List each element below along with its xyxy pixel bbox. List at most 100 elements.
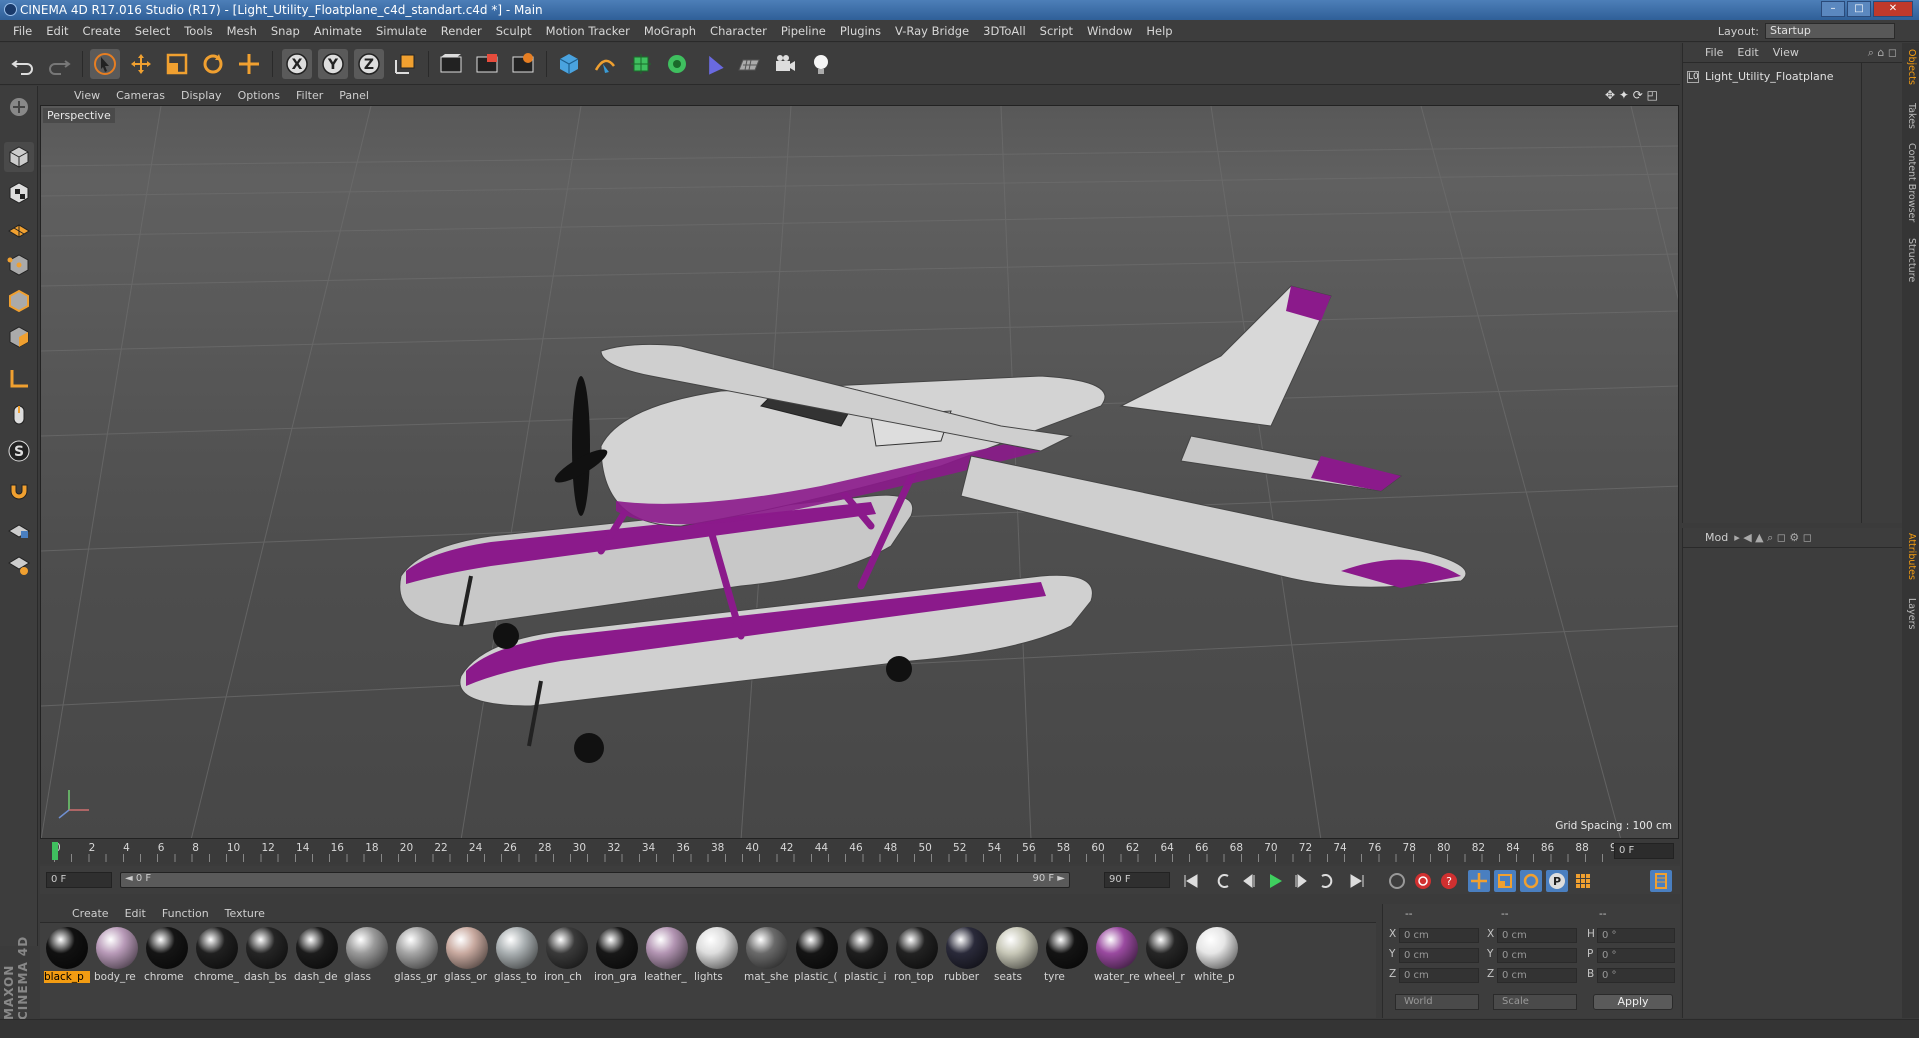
z-axis-lock-icon[interactable]: Z bbox=[354, 49, 384, 79]
menu-tools[interactable]: Tools bbox=[177, 24, 219, 38]
rotation-h-field[interactable]: 0 ° bbox=[1597, 928, 1675, 943]
cube-object-icon[interactable] bbox=[554, 49, 584, 79]
tab-takes[interactable]: Takes bbox=[1904, 103, 1917, 129]
coordinate-space-dropdown[interactable]: World bbox=[1395, 994, 1479, 1010]
current-frame-field[interactable]: 0 F bbox=[1614, 843, 1674, 859]
attributes-nav-icons[interactable]: ▸ ◀ ▲ ⌕ ◻ ⚙ ◻ bbox=[1734, 531, 1812, 545]
timeline-ruler[interactable]: 0246810121416182022242628303234363840424… bbox=[40, 840, 1680, 864]
size-z-field[interactable]: 0 cm bbox=[1497, 968, 1577, 983]
polygons-mode-icon[interactable] bbox=[4, 322, 34, 352]
material-swatch[interactable]: chrome_ bbox=[194, 927, 240, 987]
render-picture-viewer-icon[interactable] bbox=[472, 49, 502, 79]
maximize-button[interactable]: □ bbox=[1847, 1, 1871, 17]
material-swatch[interactable]: rubber bbox=[944, 927, 990, 987]
preview-range-slider[interactable]: ◄ 0 F 90 F ► bbox=[120, 872, 1070, 888]
key-scale-icon[interactable] bbox=[1494, 870, 1516, 892]
autokeying-icon[interactable] bbox=[1412, 870, 1434, 892]
render-settings-icon[interactable] bbox=[508, 49, 538, 79]
solo-mode-icon[interactable]: S bbox=[4, 436, 34, 466]
size-y-field[interactable]: 0 cm bbox=[1497, 948, 1577, 963]
material-swatch[interactable]: dash_de bbox=[294, 927, 340, 987]
object-name[interactable]: Light_Utility_Floatplane bbox=[1705, 70, 1834, 83]
material-swatch[interactable]: mat_she bbox=[744, 927, 790, 987]
menu-help[interactable]: Help bbox=[1139, 24, 1179, 38]
record-keys-icon[interactable] bbox=[1386, 870, 1408, 892]
material-swatch[interactable]: seats bbox=[994, 927, 1040, 987]
goto-start-icon[interactable] bbox=[1180, 870, 1202, 892]
apply-button[interactable]: Apply bbox=[1593, 994, 1673, 1010]
key-parameter-icon[interactable]: P bbox=[1546, 870, 1568, 892]
menu-animate[interactable]: Animate bbox=[307, 24, 369, 38]
viewport-menu-cameras[interactable]: Cameras bbox=[108, 89, 173, 102]
menu-vray-bridge[interactable]: V-Ray Bridge bbox=[888, 24, 976, 38]
key-rotation-icon[interactable] bbox=[1520, 870, 1542, 892]
texture-mode-icon[interactable] bbox=[4, 178, 34, 208]
menu-character[interactable]: Character bbox=[703, 24, 774, 38]
menu-render[interactable]: Render bbox=[434, 24, 489, 38]
material-swatch[interactable]: iron_gra bbox=[594, 927, 640, 987]
objects-menu-file[interactable]: File bbox=[1705, 46, 1723, 59]
points-mode-icon[interactable] bbox=[4, 250, 34, 280]
tweak-mode-icon[interactable] bbox=[4, 400, 34, 430]
viewport-nav-icons[interactable]: ✥ ✦ ⟳ ◰ bbox=[1605, 88, 1658, 102]
tab-attributes[interactable]: Attributes bbox=[1904, 533, 1917, 580]
timeline-scheme-icon[interactable] bbox=[1650, 870, 1672, 892]
end-frame-field[interactable]: 90 F bbox=[1104, 872, 1170, 888]
material-swatch[interactable]: water_re bbox=[1094, 927, 1140, 987]
material-swatch[interactable]: body_re bbox=[94, 927, 140, 987]
render-view-icon[interactable] bbox=[436, 49, 466, 79]
menu-select[interactable]: Select bbox=[128, 24, 177, 38]
3d-viewport[interactable]: Perspective Grid Spacing : 100 cm bbox=[40, 105, 1679, 839]
workplane-lock-icon[interactable] bbox=[4, 514, 34, 544]
subdivision-surface-icon[interactable] bbox=[626, 49, 656, 79]
rotation-b-field[interactable]: 0 ° bbox=[1597, 968, 1675, 983]
menu-simulate[interactable]: Simulate bbox=[369, 24, 434, 38]
next-key-icon[interactable] bbox=[1316, 870, 1338, 892]
material-swatch[interactable]: glass_to bbox=[494, 927, 540, 987]
material-swatch[interactable]: dash_bs bbox=[244, 927, 290, 987]
menu-snap[interactable]: Snap bbox=[264, 24, 307, 38]
size-x-field[interactable]: 0 cm bbox=[1497, 928, 1577, 943]
material-swatch[interactable]: white_p bbox=[1194, 927, 1240, 987]
deformer-icon[interactable] bbox=[698, 49, 728, 79]
menu-create[interactable]: Create bbox=[76, 24, 128, 38]
live-selection-icon[interactable] bbox=[90, 49, 120, 79]
menu-pipeline[interactable]: Pipeline bbox=[774, 24, 833, 38]
coordinate-system-icon[interactable] bbox=[390, 49, 420, 79]
next-frame-icon[interactable] bbox=[1290, 870, 1312, 892]
transform-tool-icon[interactable] bbox=[234, 49, 264, 79]
key-position-icon[interactable] bbox=[1468, 870, 1490, 892]
scale-tool-icon[interactable] bbox=[162, 49, 192, 79]
menu-window[interactable]: Window bbox=[1080, 24, 1139, 38]
timeline-playhead[interactable] bbox=[52, 842, 58, 860]
material-swatch[interactable]: lights bbox=[694, 927, 740, 987]
objects-search-icon[interactable]: ⌕ ⌂ ◻ bbox=[1868, 46, 1897, 60]
prev-key-icon[interactable] bbox=[1212, 870, 1234, 892]
material-swatch[interactable]: tyre bbox=[1044, 927, 1090, 987]
material-menu-function[interactable]: Function bbox=[154, 907, 217, 920]
viewport-menu-view[interactable]: View bbox=[66, 89, 108, 102]
material-swatch[interactable]: glass_gr bbox=[394, 927, 440, 987]
menu-motion-tracker[interactable]: Motion Tracker bbox=[539, 24, 637, 38]
menu-script[interactable]: Script bbox=[1033, 24, 1080, 38]
objects-menu-view[interactable]: View bbox=[1773, 46, 1799, 59]
material-swatch[interactable]: leather_ bbox=[644, 927, 690, 987]
attributes-menu-mode[interactable]: Mod bbox=[1705, 531, 1728, 544]
floor-object-icon[interactable] bbox=[734, 49, 764, 79]
position-x-field[interactable]: 0 cm bbox=[1399, 928, 1479, 943]
material-swatch[interactable]: chrome bbox=[144, 927, 190, 987]
material-swatch[interactable]: plastic_i bbox=[844, 927, 890, 987]
snap-icon[interactable] bbox=[4, 478, 34, 508]
tab-layers[interactable]: Layers bbox=[1904, 598, 1917, 629]
make-editable-icon[interactable] bbox=[4, 92, 34, 122]
material-swatch[interactable]: glass_or bbox=[444, 927, 490, 987]
tab-objects[interactable]: Objects bbox=[1904, 49, 1917, 85]
edges-mode-icon[interactable] bbox=[4, 286, 34, 316]
material-menu-texture[interactable]: Texture bbox=[217, 907, 273, 920]
prev-frame-icon[interactable] bbox=[1238, 870, 1260, 892]
move-tool-icon[interactable] bbox=[126, 49, 156, 79]
x-axis-lock-icon[interactable]: X bbox=[282, 49, 312, 79]
goto-end-icon[interactable] bbox=[1346, 870, 1368, 892]
viewport-menu-filter[interactable]: Filter bbox=[288, 89, 331, 102]
menu-edit[interactable]: Edit bbox=[39, 24, 75, 38]
